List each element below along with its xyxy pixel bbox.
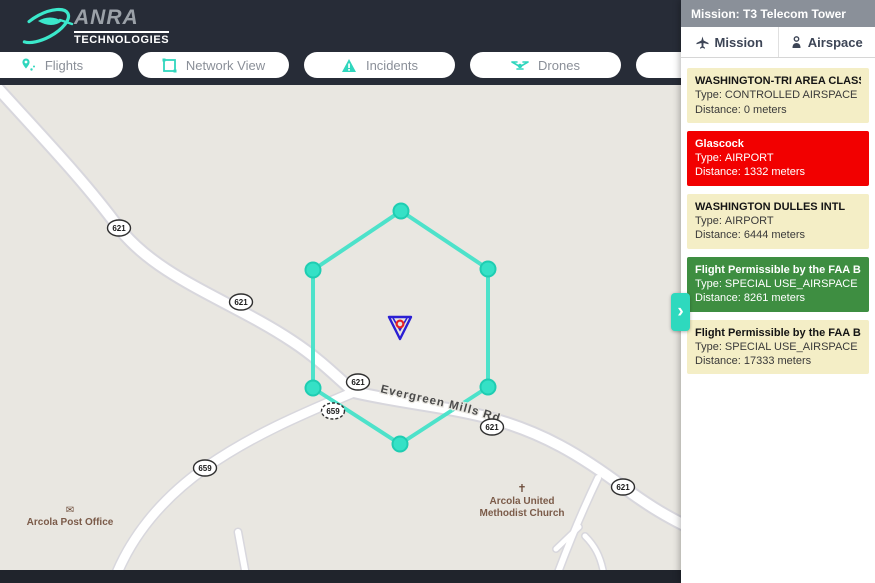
airspace-type: CONTROLLED AIRSPACE bbox=[725, 89, 857, 101]
tab-label: Incidents bbox=[366, 58, 418, 73]
svg-text:621: 621 bbox=[616, 483, 630, 492]
airspace-distance: 8261 meters bbox=[744, 292, 805, 304]
brand-name: ANRA bbox=[74, 6, 139, 30]
tab-tools-partial[interactable] bbox=[636, 52, 681, 78]
tab-label: Drones bbox=[538, 58, 580, 73]
svg-text:659: 659 bbox=[198, 464, 212, 473]
top-header: ANRA TECHNOLOGIES Flights Network View bbox=[0, 0, 681, 85]
plane-icon bbox=[696, 36, 709, 49]
mission-sidebar: › Mission: T3 Telecom Tower Mission Airs… bbox=[681, 0, 875, 583]
airspace-type: AIRPORT bbox=[725, 215, 774, 227]
route-shield: 621 bbox=[347, 374, 370, 390]
airspace-card[interactable]: Flight Permissible by the FAA Below Type… bbox=[687, 320, 869, 375]
marker-center-dot bbox=[397, 321, 404, 328]
route-shield: 621 bbox=[230, 294, 253, 310]
tab-incidents[interactable]: Incidents bbox=[304, 52, 455, 78]
chevron-right-icon: › bbox=[677, 301, 683, 323]
map-svg: Evergreen Mills Rd 621 621 621 659 621 6… bbox=[0, 85, 681, 570]
airspace-advisory-list: WASHINGTON-TRI AREA CLASS B ARE Type:CON… bbox=[681, 58, 875, 384]
tab-label: Airspace bbox=[808, 35, 863, 50]
warning-triangle-icon bbox=[341, 58, 357, 73]
airspace-name: WASHINGTON DULLES INTL bbox=[695, 200, 861, 214]
airspace-card[interactable]: Glascock Type:AIRPORT Distance:1332 mete… bbox=[687, 131, 869, 186]
airspace-distance: 0 meters bbox=[744, 104, 787, 116]
bottom-bar bbox=[0, 570, 681, 583]
airspace-name: Flight Permissible by the FAA Below bbox=[695, 263, 861, 277]
svg-text:Methodist Church: Methodist Church bbox=[480, 508, 565, 519]
mail-icon: ✉ bbox=[66, 505, 74, 516]
airspace-card[interactable]: Flight Permissible by the FAA Below Type… bbox=[687, 257, 869, 312]
road-casings bbox=[0, 85, 681, 570]
route-shield: 621 bbox=[481, 419, 504, 435]
svg-text:621: 621 bbox=[351, 378, 365, 387]
tab-mission[interactable]: Mission bbox=[681, 27, 779, 57]
airspace-distance: 17333 meters bbox=[744, 355, 811, 367]
airspace-name: Flight Permissible by the FAA Below bbox=[695, 326, 861, 340]
tab-label: Network View bbox=[186, 58, 265, 73]
telecom-tower-marker[interactable] bbox=[389, 317, 411, 339]
anra-mission-app: Evergreen Mills Rd 621 621 621 659 621 6… bbox=[0, 0, 875, 583]
airspace-name: Glascock bbox=[695, 137, 861, 151]
svg-text:659: 659 bbox=[326, 407, 340, 416]
airspace-type: AIRPORT bbox=[725, 152, 774, 164]
drone-icon bbox=[511, 58, 529, 72]
poi-church: ✝ Arcola United Methodist Church bbox=[480, 483, 565, 519]
sidebar-tabs: Mission Airspace bbox=[681, 27, 875, 58]
route-shields: 621 621 621 659 621 659 621 bbox=[108, 220, 635, 495]
selection-box-icon bbox=[162, 58, 177, 73]
route-shield: 659 bbox=[322, 403, 345, 419]
route-shield: 659 bbox=[194, 460, 217, 476]
svg-text:621: 621 bbox=[234, 298, 248, 307]
person-pin-icon bbox=[791, 36, 802, 49]
tab-network-view[interactable]: Network View bbox=[138, 52, 289, 78]
svg-text:Arcola United: Arcola United bbox=[489, 496, 554, 507]
tab-label: Flights bbox=[45, 58, 83, 73]
mission-title: Mission: T3 Telecom Tower bbox=[691, 7, 846, 21]
tab-drones[interactable]: Drones bbox=[470, 52, 621, 78]
airspace-name: WASHINGTON-TRI AREA CLASS B ARE bbox=[695, 74, 861, 88]
poi-post-office: ✉ Arcola Post Office bbox=[27, 505, 114, 528]
tab-airspace[interactable]: Airspace bbox=[779, 27, 875, 57]
mission-title-bar: Mission: T3 Telecom Tower bbox=[681, 0, 875, 27]
svg-text:621: 621 bbox=[485, 423, 499, 432]
anra-logo: ANRA TECHNOLOGIES bbox=[10, 4, 169, 48]
roads bbox=[0, 85, 681, 570]
airspace-distance: 1332 meters bbox=[744, 166, 805, 178]
route-shield: 621 bbox=[612, 479, 635, 495]
svg-text:Arcola Post Office: Arcola Post Office bbox=[27, 517, 114, 528]
tab-label: Mission bbox=[715, 35, 763, 50]
sidebar-collapse-button[interactable]: › bbox=[671, 293, 690, 331]
brand-subtitle: TECHNOLOGIES bbox=[74, 31, 169, 46]
church-cross-icon: ✝ bbox=[517, 483, 526, 495]
route-shield: 621 bbox=[108, 220, 131, 236]
airspace-type: SPECIAL USE_AIRSPACE bbox=[725, 341, 858, 353]
airspace-distance: 6444 meters bbox=[744, 229, 805, 241]
airspace-type: SPECIAL USE_AIRSPACE bbox=[725, 278, 858, 290]
map-canvas[interactable]: Evergreen Mills Rd 621 621 621 659 621 6… bbox=[0, 85, 681, 570]
airspace-card[interactable]: WASHINGTON DULLES INTL Type:AIRPORT Dist… bbox=[687, 194, 869, 249]
airspace-card[interactable]: WASHINGTON-TRI AREA CLASS B ARE Type:CON… bbox=[687, 68, 869, 123]
route-pin-icon bbox=[20, 57, 36, 73]
tab-flights[interactable]: Flights bbox=[0, 52, 123, 78]
svg-text:621: 621 bbox=[112, 224, 126, 233]
